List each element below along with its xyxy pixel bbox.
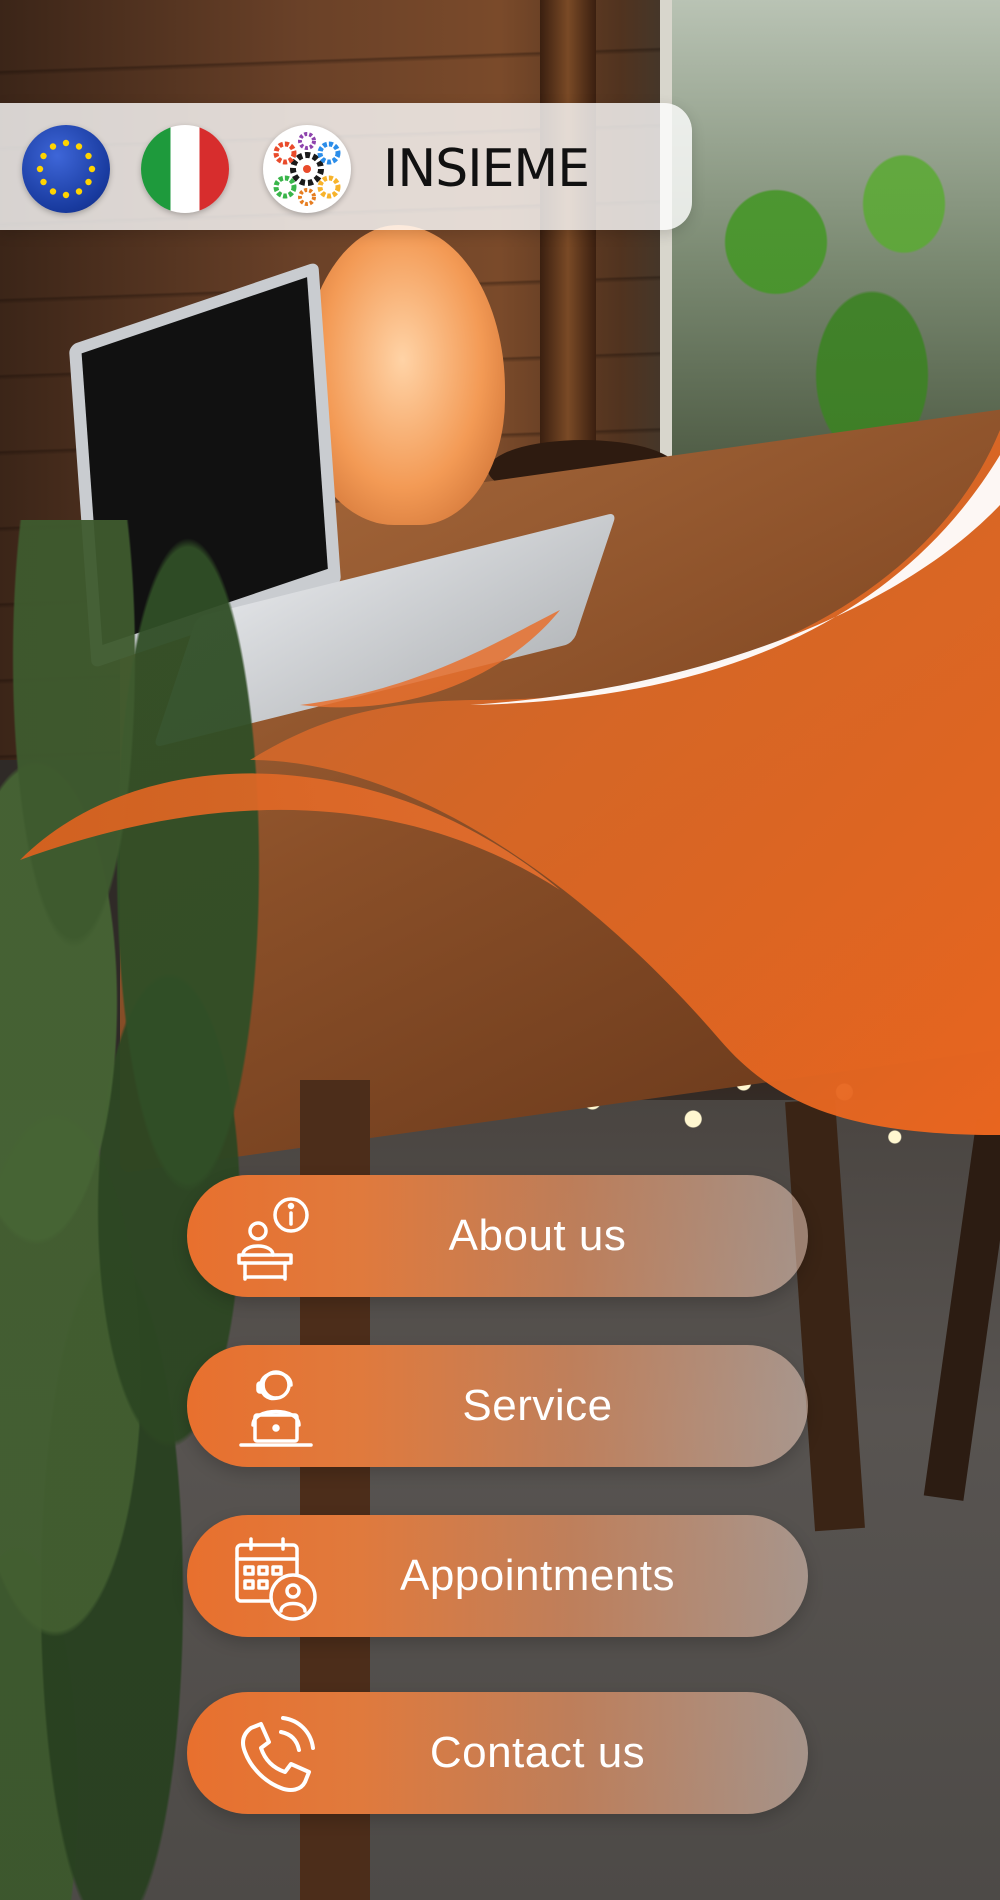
eu-flag-icon	[22, 125, 110, 213]
service-button[interactable]: Service	[187, 1345, 808, 1467]
gears-people-icon	[263, 125, 351, 213]
phone-call-icon	[241, 1716, 315, 1792]
contact-us-label: Contact us	[429, 1728, 646, 1777]
calendar-person-icon	[235, 1537, 317, 1621]
header-bar: INSIEME	[0, 103, 692, 230]
appointments-label: Appointments	[399, 1551, 676, 1600]
about-us-button[interactable]: About us	[187, 1175, 808, 1297]
about-us-label: About us	[448, 1211, 627, 1260]
support-agent-laptop-icon	[239, 1370, 313, 1447]
contact-us-button[interactable]: Contact us	[187, 1692, 808, 1814]
home-screen: INSIEME About us Service Appointments Co…	[0, 0, 1000, 1900]
brand-name: INSIEME	[383, 139, 590, 199]
desk-info-icon	[237, 1197, 309, 1281]
service-label: Service	[462, 1381, 613, 1430]
italy-flag-icon	[141, 125, 229, 213]
appointments-button[interactable]: Appointments	[187, 1515, 808, 1637]
